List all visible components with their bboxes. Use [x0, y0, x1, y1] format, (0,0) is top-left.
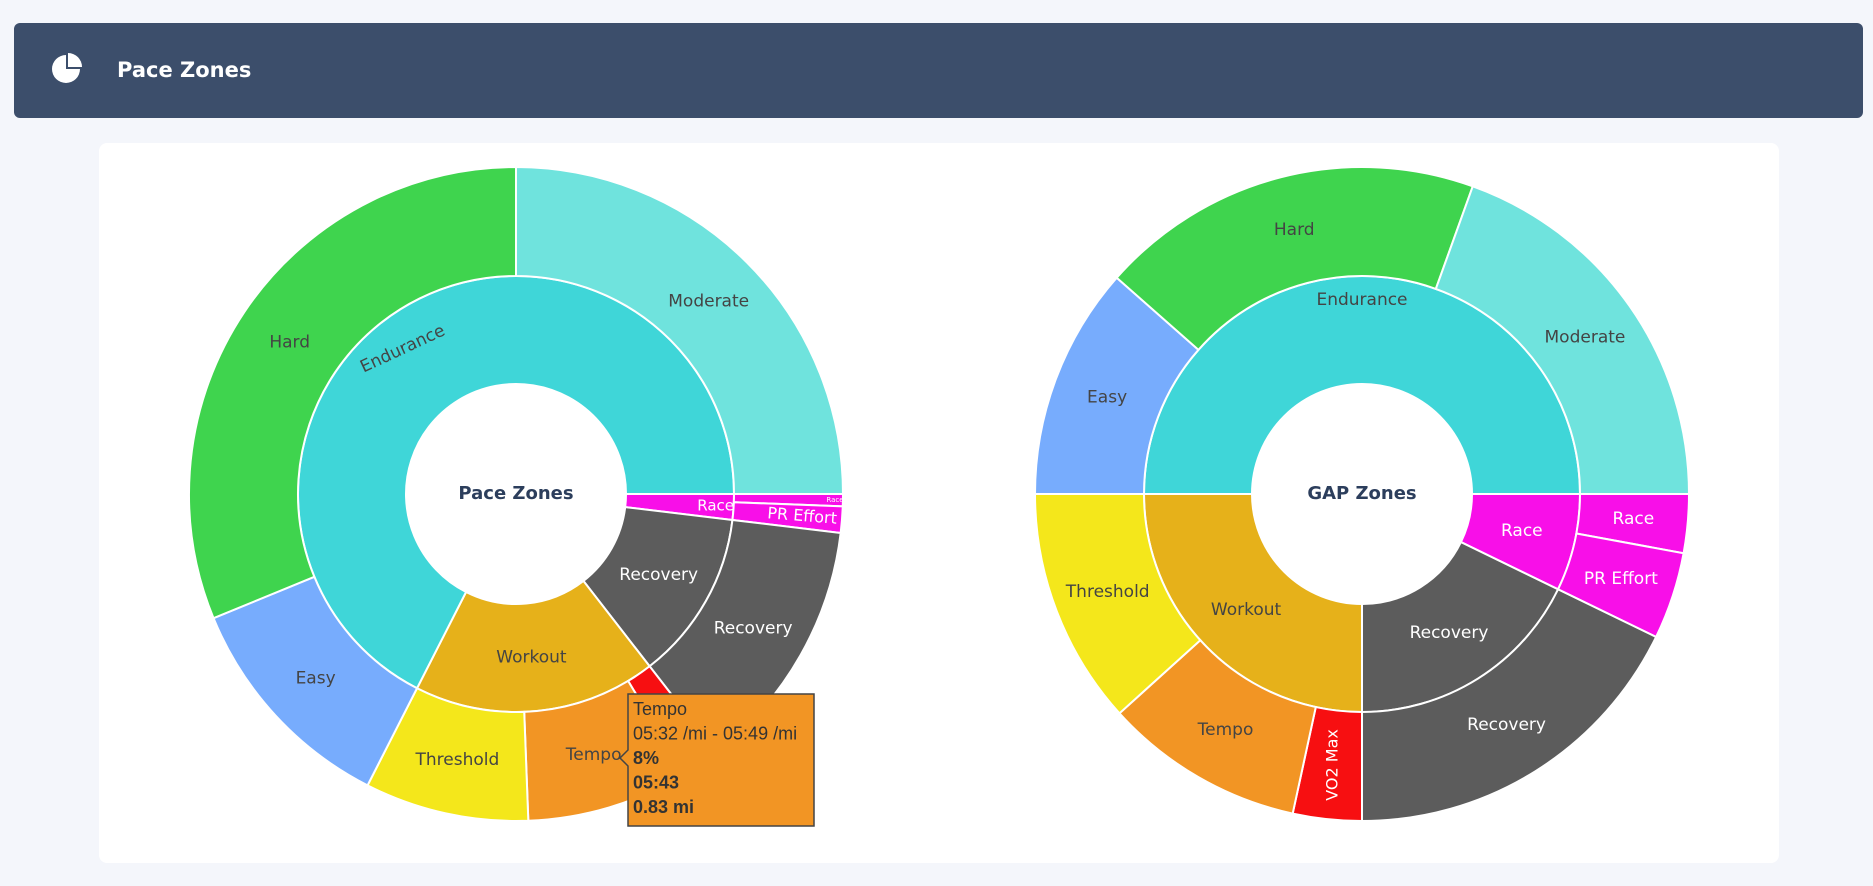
outer-label-tempo: Tempo [565, 745, 622, 765]
inner-label-workout: Workout [1211, 600, 1282, 620]
outer-label-hard: Hard [1274, 220, 1315, 240]
inner-label-race: Race [697, 496, 734, 514]
outer-label-moderate: Moderate [668, 291, 749, 311]
tooltip-label: Tempo [633, 699, 687, 719]
inner-label-recovery: Recovery [619, 565, 698, 585]
outer-label-easy: Easy [296, 669, 336, 689]
outer-label-moderate: Moderate [1545, 327, 1626, 347]
tooltip-percent: 8% [633, 748, 659, 768]
outer-label-threshold: Threshold [1065, 582, 1150, 602]
sunburst-pace-zones: RaceRecoveryWorkoutEnduranceRacePR Effor… [188, 165, 845, 827]
sunburst-charts: Race Recovery Workout Endurance Race PR Effor… [188, 165, 1691, 827]
sunburst-gap-zones: Race Recovery Workout Endurance Race PR Effor… [1033, 166, 1691, 823]
outer-label-easy: Easy [1087, 388, 1127, 408]
inner-label-recovery: Recovery [1410, 623, 1489, 643]
outer-label-vo2-max: VO2 Max [1322, 729, 1341, 801]
center-label: GAP Zones [1307, 483, 1416, 504]
outer-label-recovery: Recovery [714, 618, 793, 638]
tooltip-range: 05:32 /mi - 05:49 /mi [633, 723, 797, 743]
outer-label-tempo: Tempo [1197, 720, 1254, 740]
page-title: Pace Zones [117, 58, 252, 82]
outer-label-pr-effort: PR Effort [1584, 569, 1658, 589]
outer-label-race: Race [1613, 509, 1655, 529]
inner-label-workout: Workout [496, 647, 567, 667]
outer-label-hard: Hard [269, 332, 310, 352]
inner-label-endurance: Endurance [1316, 290, 1407, 310]
tooltip-time: 05:43 [633, 772, 679, 792]
outer-label-threshold: Threshold [415, 750, 500, 770]
center-label: Pace Zones [458, 483, 573, 504]
pie-chart-icon [52, 53, 82, 83]
inner-label-race: Race [1501, 521, 1543, 541]
page-header: Pace Zones [14, 23, 1863, 118]
outer-label-race: Race [826, 496, 843, 504]
charts-card: Race Recovery Workout Endurance Race PR Effor… [99, 143, 1779, 863]
outer-label-recovery: Recovery [1467, 715, 1546, 735]
hover-tooltip: Tempo 05:32 /mi - 05:49 /mi 8% 05:43 0.83 mi [618, 693, 815, 827]
tooltip-distance: 0.83 mi [633, 797, 694, 817]
